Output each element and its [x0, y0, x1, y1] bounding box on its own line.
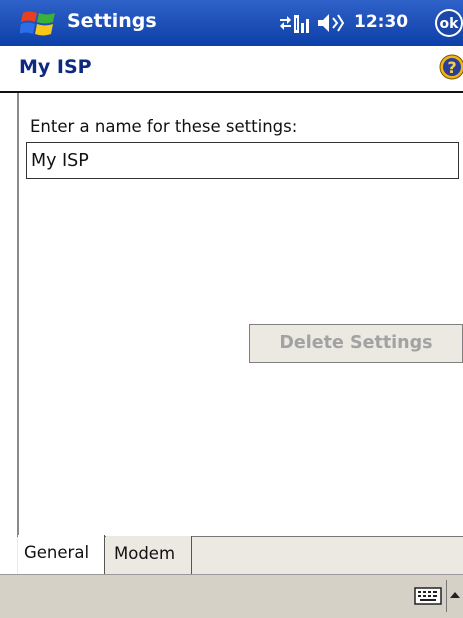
ok-label: ok	[440, 16, 460, 32]
svg-text:?: ?	[447, 58, 456, 77]
sip-divider	[446, 580, 447, 612]
volume-icon[interactable]	[316, 10, 346, 36]
help-icon[interactable]: ?	[438, 52, 463, 82]
ok-button[interactable]: ok	[434, 8, 463, 38]
content-frame-edge	[17, 93, 19, 581]
settings-name-input[interactable]	[26, 142, 459, 179]
windows-start-icon[interactable]	[20, 7, 58, 39]
input-menu-arrow-icon[interactable]	[449, 590, 461, 600]
keyboard-icon[interactable]	[414, 586, 442, 606]
app-title: Settings	[67, 10, 157, 32]
tab-modem[interactable]: Modem	[106, 536, 192, 574]
settings-name-label: Enter a name for these settings:	[30, 117, 298, 136]
tab-general[interactable]: General	[18, 535, 105, 574]
menu-bar	[0, 574, 463, 618]
page-title: My ISP	[19, 56, 92, 78]
clock[interactable]: 12:30	[354, 12, 408, 32]
connectivity-icon[interactable]	[278, 9, 312, 37]
delete-settings-button[interactable]: Delete Settings	[249, 324, 463, 363]
